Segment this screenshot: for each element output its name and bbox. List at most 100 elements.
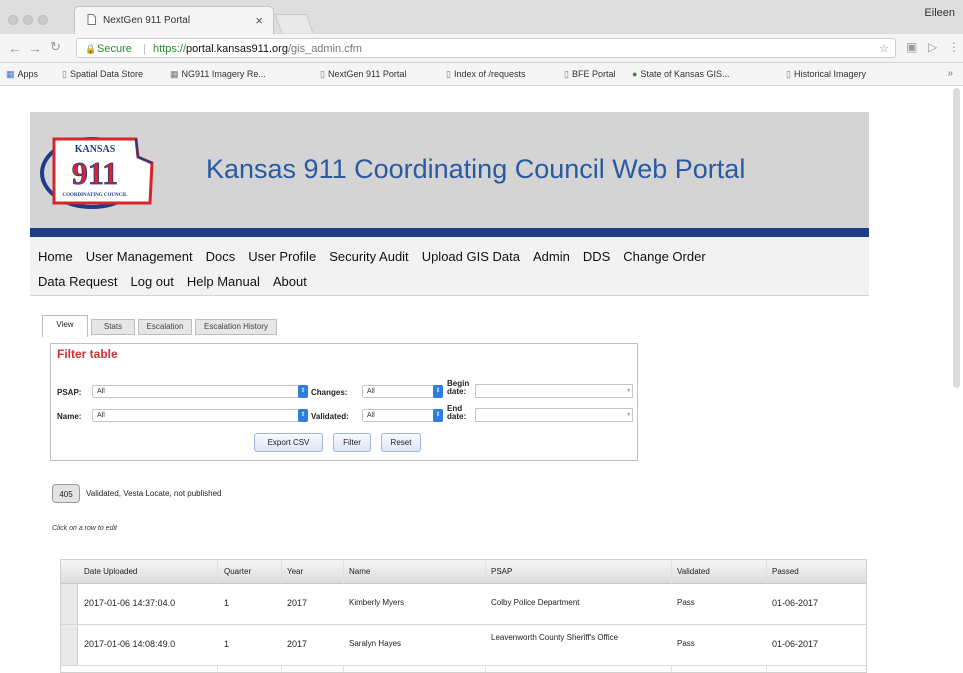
bookmark-state-kansas-gis[interactable]: ● State of Kansas GIS... [632, 69, 729, 79]
window-controls[interactable] [8, 12, 53, 30]
select-arrows-icon: ⇕ [433, 385, 443, 398]
reset-button[interactable]: Reset [381, 433, 421, 452]
back-arrow-icon[interactable]: ← [8, 40, 22, 56]
secure-label: Secure [97, 43, 132, 55]
url-host: portal.kansas911.org [186, 43, 288, 55]
table-row[interactable]: 2017-01-06 14:08:49.0 1 2017 Saralyn Hay… [61, 625, 866, 666]
nav-data-request[interactable]: Data Request [38, 274, 118, 289]
bookmark-bfe-portal[interactable]: ▯ BFE Portal [564, 69, 615, 80]
page-scrollbar[interactable] [953, 88, 960, 388]
validated-select-value: All [367, 412, 375, 419]
cell-validated: Pass [677, 639, 695, 648]
browser-tab-title: NextGen 911 Portal [103, 15, 191, 26]
nav-home[interactable]: Home [38, 249, 73, 264]
nav-user-profile[interactable]: User Profile [248, 249, 316, 264]
cell-psap: Leavenworth County Sheriff's Office [491, 633, 619, 642]
bookmark-index-requests[interactable]: ▯ Index of /requests [446, 69, 526, 80]
logo-number-text: 911 [72, 155, 118, 191]
extension-icon[interactable]: ▣ [906, 40, 917, 54]
kansas-911-logo[interactable]: KANSAS 911 COORDINATING COUNCIL [40, 129, 166, 211]
column-passed[interactable]: Passed [772, 567, 799, 576]
bookmark-star-icon[interactable]: ☆ [879, 39, 889, 59]
nav-row-1: Home User Management Docs User Profile Secur… [38, 249, 719, 264]
filter-button[interactable]: Filter [333, 433, 371, 452]
name-select[interactable]: All ⇕ [92, 409, 308, 422]
lock-icon: 🔒 [85, 44, 97, 54]
page-title: Kansas 911 Coordinating Council Web Port… [206, 154, 746, 184]
column-quarter[interactable]: Quarter [224, 567, 251, 576]
tab-view[interactable]: View [42, 315, 88, 337]
column-year[interactable]: Year [287, 567, 303, 576]
export-csv-button[interactable]: Export CSV [254, 433, 323, 452]
nav-change-order[interactable]: Change Order [623, 249, 705, 264]
cast-icon[interactable]: ▷ [928, 40, 937, 54]
tab-escalation-history[interactable]: Escalation History [195, 319, 277, 335]
date-dropdown-icon: ▾ [626, 412, 630, 418]
more-bookmarks-icon[interactable]: » [947, 68, 953, 79]
close-window-icon[interactable] [8, 15, 18, 25]
nav-help-manual[interactable]: Help Manual [187, 274, 260, 289]
bookmark-ng911-imagery[interactable]: ▦ NG911 Imagery Re... [170, 69, 266, 80]
table-row[interactable]: 2017-01-06 14:37:04.0 1 2017 Kimberly My… [61, 584, 866, 625]
bookmark-label: NextGen 911 Portal [327, 69, 407, 79]
bookmark-nextgen-portal[interactable]: ▯ NextGen 911 Portal [320, 69, 406, 80]
browser-user-name[interactable]: Eileen [924, 7, 955, 19]
page-icon [87, 14, 96, 28]
tab-stats[interactable]: Stats [91, 319, 135, 335]
changes-select[interactable]: All ⇕ [362, 385, 443, 398]
minimize-window-icon[interactable] [23, 15, 33, 25]
nav-user-management[interactable]: User Management [86, 249, 193, 264]
site-banner: KANSAS 911 COORDINATING COUNCIL Kansas 9… [30, 112, 869, 228]
url-protocol: https:// [153, 43, 187, 55]
edit-hint: Click on a row to edit [52, 525, 117, 532]
column-validated[interactable]: Validated [677, 567, 710, 576]
nav-admin[interactable]: Admin [533, 249, 570, 264]
tab-escalation[interactable]: Escalation [138, 319, 192, 335]
reload-icon[interactable]: ↻ [50, 39, 61, 55]
filter-panel: Filter table PSAP: All ⇕ Name: All ⇕ Chang… [50, 343, 638, 461]
bookmark-spatial-data-store[interactable]: ▯ Spatial Data Store [62, 69, 143, 80]
cell-psap: Colby Police Department [491, 598, 580, 607]
browser-tab[interactable]: NextGen 911 Portal × [74, 6, 274, 34]
bookmarks-bar: ▦ Apps ▯ Spatial Data Store ▦ NG911 Imagery… [0, 63, 963, 86]
close-tab-icon[interactable]: × [255, 13, 263, 28]
bookmark-historical-imagery[interactable]: ▯ Historical Imagery [786, 69, 866, 80]
nav-dds[interactable]: DDS [583, 249, 610, 264]
logo-top-text: KANSAS [75, 144, 116, 155]
bookmark-label: BFE Portal [571, 69, 616, 79]
cell-date-uploaded: 2017-01-06 14:37:04.0 [84, 598, 176, 608]
nav-upload-gis-data[interactable]: Upload GIS Data [422, 249, 520, 264]
row-selector[interactable] [61, 625, 78, 665]
bookmark-apps[interactable]: ▦ Apps [6, 69, 38, 80]
cell-name: Kimberly Myers [349, 598, 405, 607]
changes-label: Changes: [311, 388, 348, 397]
column-name[interactable]: Name [349, 567, 370, 576]
row-selector[interactable] [61, 584, 78, 624]
nav-about[interactable]: About [273, 274, 307, 289]
record-count-badge[interactable]: 405 [52, 484, 80, 503]
nav-docs[interactable]: Docs [206, 249, 236, 264]
nav-security-audit[interactable]: Security Audit [329, 249, 409, 264]
new-tab-button[interactable] [274, 14, 314, 33]
main-navigation: Home User Management Docs User Profile Secur… [30, 237, 869, 296]
forward-arrow-icon[interactable]: → [28, 40, 42, 56]
maximize-window-icon[interactable] [38, 15, 48, 25]
cell-date-uploaded: 2017-01-06 14:08:49.0 [84, 639, 176, 649]
banner-stripe [30, 228, 869, 237]
psap-select[interactable]: All ⇕ [92, 385, 308, 398]
cell-quarter: 1 [224, 639, 230, 649]
nav-log-out[interactable]: Log out [131, 274, 174, 289]
page-icon: ▯ [446, 69, 451, 79]
date-dropdown-icon: ▾ [626, 388, 630, 394]
column-date-uploaded[interactable]: Date Uploaded [84, 567, 137, 576]
begin-date-input[interactable]: ▾ [475, 384, 633, 398]
uploads-table: Date Uploaded Quarter Year Name PSAP Val… [60, 559, 867, 673]
url-input[interactable]: 🔒 Secure | https://portal.kansas911.org/… [76, 38, 896, 58]
column-psap[interactable]: PSAP [491, 567, 512, 576]
browser-menu-icon[interactable]: ⋮ [948, 40, 960, 54]
record-status-text: Validated, Vesta Locate, not published [86, 489, 222, 498]
end-date-input[interactable]: ▾ [475, 408, 633, 422]
page-icon: ▯ [320, 69, 325, 79]
validated-select[interactable]: All ⇕ [362, 409, 443, 422]
cell-year: 2017 [287, 639, 308, 649]
